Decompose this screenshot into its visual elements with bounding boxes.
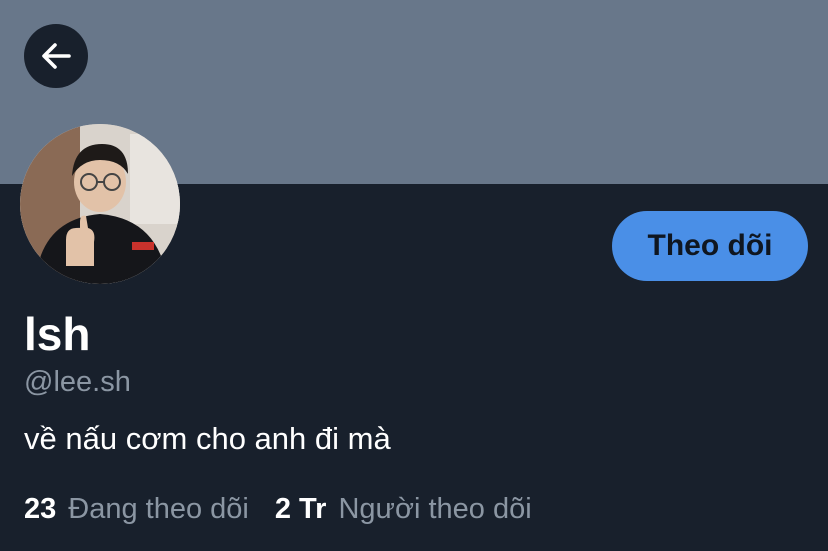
avatar-photo [20, 124, 180, 284]
profile-stats: 23 Đang theo dõi 2 Tr Người theo dõi [24, 490, 532, 528]
followers-count: 2 Tr [274, 493, 327, 525]
back-button[interactable] [24, 24, 88, 88]
avatar[interactable] [20, 124, 180, 284]
arrow-left-icon [42, 43, 71, 69]
following-label: Đang theo dõi [68, 493, 249, 525]
profile-handle: @lee.sh [24, 366, 131, 398]
followers-label: Người theo dõi [338, 493, 532, 525]
followers-stat[interactable]: 2 Tr Người theo dõi [275, 490, 532, 528]
following-stat[interactable]: 23 Đang theo dõi [24, 490, 249, 528]
profile-bio: về nấu cơm cho anh đi mà [24, 421, 391, 456]
follow-button[interactable]: Theo dõi [612, 211, 808, 281]
following-count: 23 [24, 493, 57, 525]
profile-display-name: lsh [24, 308, 91, 360]
